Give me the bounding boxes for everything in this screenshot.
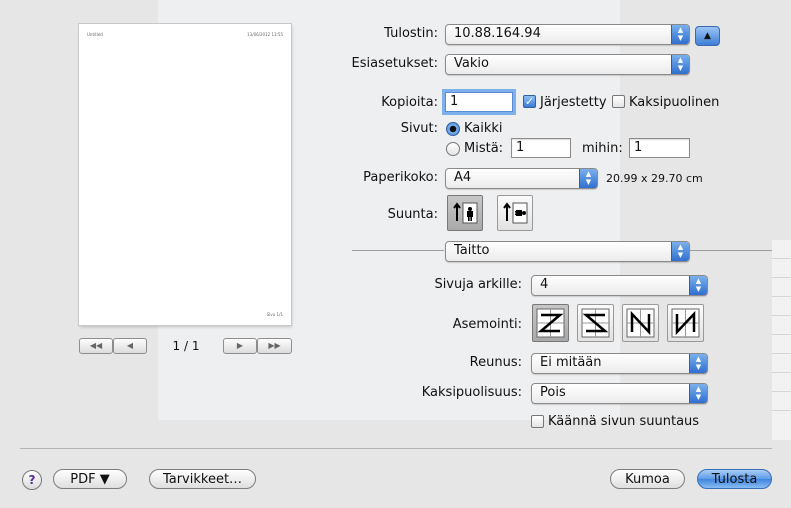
pages-all-radio[interactable] (446, 122, 460, 136)
layout-z-icon (536, 308, 565, 338)
help-button[interactable]: ? (22, 470, 42, 490)
section-popup[interactable]: Taitto ▲ ▼ (445, 241, 690, 262)
layout-reverse-n-icon (671, 308, 700, 338)
reverse-orientation-label: Käännä sivun suuntaus (548, 414, 700, 429)
popup-arrows-icon: ▲ ▼ (689, 276, 707, 295)
layout-z-button[interactable] (532, 304, 569, 342)
section-separator-right (688, 250, 772, 251)
presets-popup[interactable]: Vakio ▲ ▼ (445, 54, 690, 75)
layout-reverse-z-button[interactable] (577, 304, 614, 342)
collated-checkbox[interactable]: ✓ (523, 95, 536, 108)
portrait-icon (453, 202, 478, 224)
landscape-icon (503, 202, 528, 224)
pages-per-sheet-value: 4 (540, 277, 549, 292)
popup-arrows-icon: ▲ ▼ (689, 384, 707, 403)
preview-header-left: Untitled (87, 32, 103, 37)
preview-header-right: 13/06/2012 13:55 (247, 32, 283, 37)
last-page-button[interactable]: ▶▶ (257, 338, 292, 354)
pages-to-label: mihin: (582, 141, 623, 156)
popup-arrows-icon: ▲ ▼ (671, 55, 689, 74)
presets-value: Vakio (454, 56, 489, 71)
popup-arrows-icon: ▲ ▼ (671, 242, 689, 261)
paper-dimensions: 20.99 x 29.70 cm (606, 172, 703, 185)
previous-page-button[interactable]: ◀ (113, 338, 147, 354)
popup-arrows-icon: ▲ ▼ (689, 354, 707, 373)
pages-from-label: Mistä: (464, 141, 504, 156)
collated-label: Järjestetty (540, 95, 607, 110)
paper-size-value: A4 (454, 170, 472, 185)
portrait-orientation-button[interactable] (447, 195, 483, 231)
cancel-button[interactable]: Kumoa (610, 469, 685, 489)
section-separator-left (352, 250, 444, 251)
layout-n-icon (626, 308, 655, 338)
footer-separator (20, 448, 772, 449)
supplies-button[interactable]: Tarvikkeet… (149, 469, 256, 489)
printer-popup[interactable]: 10.88.164.94 ▲ ▼ (445, 24, 690, 45)
reverse-orientation-checkbox[interactable] (531, 415, 544, 428)
popup-arrows-icon: ▲ ▼ (579, 169, 597, 188)
pages-per-sheet-popup[interactable]: 4 ▲ ▼ (531, 275, 708, 296)
page-counter: 1 / 1 (172, 339, 200, 353)
orientation-label: Suunta: (387, 207, 438, 222)
pages-all-label: Kaikki (464, 121, 503, 136)
copies-label: Kopioita: (381, 95, 438, 110)
printer-label: Tulostin: (384, 26, 438, 41)
page-preview: Untitled 13/06/2012 13:55 Sivu 1/1 (79, 24, 291, 325)
layout-direction-label: Asemointi: (452, 317, 522, 332)
section-value: Taitto (454, 243, 490, 258)
pages-label: Sivut: (400, 121, 438, 136)
landscape-orientation-button[interactable] (497, 195, 533, 231)
first-page-button[interactable]: ◀◀ (79, 338, 113, 354)
paper-size-label: Paperikoko: (363, 170, 438, 185)
paper-size-popup[interactable]: A4 ▲ ▼ (445, 168, 598, 189)
border-popup[interactable]: Ei mitään ▲ ▼ (531, 353, 708, 374)
next-page-button[interactable]: ▶ (223, 338, 257, 354)
layout-reverse-n-button[interactable] (667, 304, 704, 342)
border-value: Ei mitään (540, 355, 602, 370)
pages-per-sheet-label: Sivuja arkille: (434, 277, 522, 292)
layout-n-button[interactable] (622, 304, 659, 342)
copies-field[interactable]: 1 (445, 92, 513, 112)
layout-reverse-z-icon (581, 308, 610, 338)
pages-range-radio[interactable] (446, 142, 460, 156)
popup-arrows-icon: ▲ ▼ (671, 25, 689, 44)
collapse-details-button[interactable]: ▲ (695, 26, 720, 46)
print-button[interactable]: Tulosta (697, 469, 772, 489)
print-sheet: Untitled 13/06/2012 13:55 Sivu 1/1 ◀◀ ◀ … (0, 0, 791, 508)
pdf-menu-button[interactable]: PDF ▼ (53, 469, 127, 489)
border-label: Reunus: (469, 355, 522, 370)
two-sided-label: Kaksipuolisuus: (421, 385, 522, 400)
pages-to-field[interactable]: 1 (629, 138, 690, 158)
two-sided-popup[interactable]: Pois ▲ ▼ (531, 383, 708, 404)
printer-value: 10.88.164.94 (454, 26, 541, 41)
duplex-checkbox[interactable] (612, 95, 625, 108)
duplex-label: Kaksipuolinen (629, 95, 720, 110)
pages-from-field[interactable]: 1 (511, 138, 571, 158)
two-sided-value: Pois (540, 385, 566, 400)
presets-label: Esiasetukset: (351, 56, 438, 71)
preview-footer: Sivu 1/1 (266, 312, 283, 317)
